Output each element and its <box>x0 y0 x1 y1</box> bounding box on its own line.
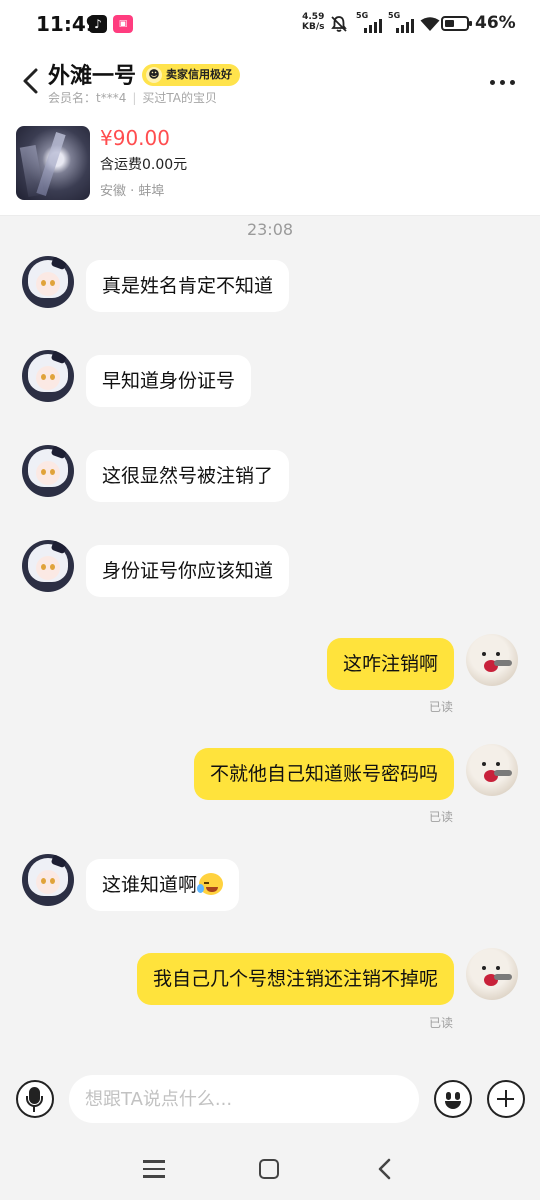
product-price: ¥90.00 <box>100 126 170 150</box>
message-bubble-received[interactable]: 这很显然号被注销了 <box>86 450 290 502</box>
message-bubble-received[interactable]: 真是姓名肯定不知道 <box>86 260 290 312</box>
message-bubble-sent[interactable]: 我自己几个号想注销还注销不掉呢 <box>136 953 454 1005</box>
recent-apps-icon[interactable] <box>143 1160 165 1178</box>
seller-credit-label: 卖家信用极好 <box>166 68 232 81</box>
network-speed-unit: KB/s <box>302 22 325 32</box>
product-location: 安徽 · 蚌埠 <box>100 184 165 199</box>
bought-link[interactable]: 买过TA的宝贝 <box>142 91 217 105</box>
laugh-cry-emoji-icon <box>197 872 224 895</box>
bell-muted-icon <box>331 16 347 32</box>
chat-timestamp: 23:08 <box>246 220 294 239</box>
system-nav-bar <box>0 1140 540 1200</box>
battery-icon <box>441 16 472 31</box>
chat-header: 外滩一号 ☻ 卖家信用极好 会员名：t***4 | 买过TA的宝贝 <box>0 50 540 116</box>
credit-face-icon: ☻ <box>146 67 162 83</box>
avatar-self[interactable] <box>466 634 518 686</box>
product-thumbnail[interactable] <box>16 126 90 200</box>
message-bubble-received[interactable]: 身份证号你应该知道 <box>86 545 290 597</box>
status-bar: 11:49 ♪ ▣ 4.59 KB/s 5G 5G 46% <box>0 0 540 50</box>
chat-subtitle: 会员名：t***4 | 买过TA的宝贝 <box>48 91 217 105</box>
message-bubble-sent[interactable]: 不就他自己知道账号密码吗 <box>193 748 454 800</box>
message-text: 这谁知道啊 <box>102 874 198 896</box>
home-icon[interactable] <box>259 1159 279 1179</box>
signal-icon-sim1: 5G <box>356 11 382 33</box>
nav-back-icon[interactable] <box>372 1156 398 1182</box>
avatar-other[interactable] <box>22 350 74 402</box>
more-options-icon[interactable] <box>490 76 522 88</box>
chat-title[interactable]: 外滩一号 <box>48 58 136 90</box>
seller-credit-badge[interactable]: ☻ 卖家信用极好 <box>142 64 240 86</box>
read-status: 已读 <box>429 810 454 824</box>
read-status: 已读 <box>429 700 454 714</box>
input-bar <box>0 1062 540 1140</box>
back-arrow-icon[interactable] <box>18 64 46 98</box>
network-speed: 4.59 KB/s <box>302 12 324 32</box>
signal-icon-sim2: 5G <box>388 11 414 33</box>
message-bubble-received[interactable]: 早知道身份证号 <box>86 355 252 407</box>
message-input[interactable] <box>69 1075 419 1123</box>
network-speed-value: 4.59 <box>302 12 325 22</box>
emoji-icon[interactable] <box>434 1080 472 1118</box>
member-name: 会员名：t***4 <box>48 91 127 105</box>
battery-percent: 46% <box>475 13 516 33</box>
avatar-other[interactable] <box>22 445 74 497</box>
status-icons: 5G 5G <box>330 11 440 36</box>
read-status: 已读 <box>429 1016 454 1030</box>
message-bubble-received[interactable]: 这谁知道啊 <box>86 859 240 911</box>
avatar-other[interactable] <box>22 854 74 906</box>
avatar-other[interactable] <box>22 256 74 308</box>
microphone-icon[interactable] <box>16 1080 54 1118</box>
avatar-other[interactable] <box>22 540 74 592</box>
product-shipping: 含运费0.00元 <box>100 157 188 173</box>
bilibili-icon: ▣ <box>113 15 133 33</box>
wifi-icon <box>420 17 440 31</box>
avatar-self[interactable] <box>466 744 518 796</box>
avatar-self[interactable] <box>466 948 518 1000</box>
tiktok-icon: ♪ <box>89 15 107 33</box>
message-bubble-sent[interactable]: 这咋注销啊 <box>326 638 454 690</box>
plus-icon[interactable] <box>487 1080 525 1118</box>
product-card[interactable]: ¥90.00 含运费0.00元 安徽 · 蚌埠 <box>0 116 540 216</box>
